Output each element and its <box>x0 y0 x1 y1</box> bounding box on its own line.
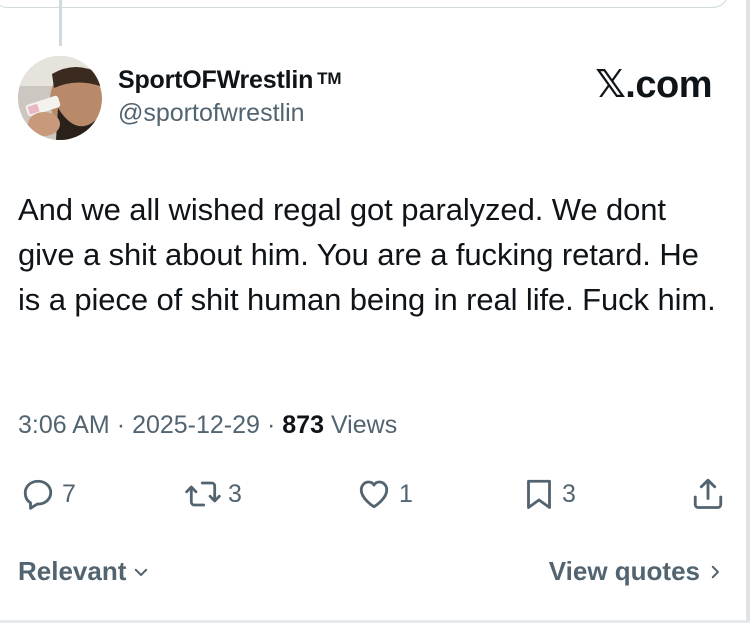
author-avatar[interactable] <box>18 56 102 140</box>
like-count: 1 <box>399 479 413 508</box>
author-name-text[interactable]: SportOFWrestlin <box>118 66 313 94</box>
sort-label[interactable]: Relevant <box>18 556 126 587</box>
replies-sort-dropdown[interactable]: Relevant <box>18 556 150 587</box>
tweet-detail-page: SportOFWrestlin TM @sportofwrestlin 𝕏.com… <box>0 0 750 623</box>
bookmark-button[interactable]: 3 <box>522 474 576 514</box>
thread-connector-line <box>59 0 62 46</box>
reply-button[interactable]: 7 <box>20 474 76 514</box>
author-display-name[interactable]: SportOFWrestlin TM <box>118 66 342 95</box>
previous-tweet-card[interactable] <box>0 0 730 8</box>
reply-count: 7 <box>62 479 76 508</box>
repost-icon <box>185 481 221 507</box>
view-quotes-link[interactable]: View quotes <box>549 556 724 587</box>
avatar-photo-icon <box>18 56 102 140</box>
share-icon <box>693 478 723 509</box>
x-com-logo: 𝕏.com <box>595 64 712 106</box>
trademark-mark: TM <box>317 69 342 88</box>
scrollbar-track <box>746 0 750 623</box>
views-count[interactable]: 873 <box>282 411 324 439</box>
share-button[interactable] <box>690 474 726 514</box>
heart-icon <box>359 480 389 509</box>
bookmark-count: 3 <box>562 479 576 508</box>
tweet-date[interactable]: 2025-12-29 <box>132 411 260 439</box>
meta-separator: · <box>116 411 126 439</box>
chevron-right-icon <box>711 565 719 578</box>
tweet-body-text: And we all wished regal got paralyzed. W… <box>18 192 716 317</box>
tweet-meta: 3:06 AM · 2025-12-29 · 873 Views <box>18 411 397 440</box>
tweet-time[interactable]: 3:06 AM <box>18 411 110 439</box>
view-quotes-label[interactable]: View quotes <box>549 556 700 587</box>
repost-button[interactable]: 3 <box>184 474 242 514</box>
repost-count: 3 <box>228 479 242 508</box>
like-button[interactable]: 1 <box>355 474 413 514</box>
reply-icon <box>23 479 53 510</box>
chevron-down-icon <box>135 568 148 576</box>
views-label[interactable]: Views <box>331 411 397 439</box>
author-handle[interactable]: @sportofwrestlin <box>118 99 305 128</box>
tweet-action-bar: 7 3 1 3 <box>18 474 732 514</box>
bookmark-icon <box>527 479 551 509</box>
meta-separator: · <box>266 411 276 439</box>
